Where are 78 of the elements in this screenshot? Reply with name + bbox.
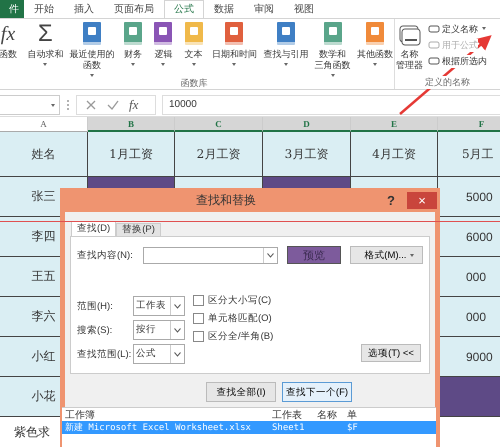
column-header[interactable]: 工作表 <box>269 408 314 422</box>
checkbox-label: 区分大小写(C) <box>208 294 272 307</box>
dropdown-button[interactable] <box>262 248 277 262</box>
column-header[interactable]: C <box>175 117 263 132</box>
column-header[interactable]: A <box>0 117 88 132</box>
search-field[interactable] <box>143 246 278 264</box>
column-header[interactable]: E <box>351 117 438 132</box>
dialog-tab[interactable]: 查找(D) <box>71 221 116 236</box>
ribbon-button[interactable]: 数学和 三角函数 <box>314 21 352 77</box>
ribbon-button[interactable]: 查找与引用 <box>262 21 310 66</box>
function-icon: Σ <box>32 21 58 47</box>
dialog-tab[interactable]: 替换(P) <box>116 223 161 236</box>
caret-icon <box>410 254 414 256</box>
chevron-icon <box>174 328 181 332</box>
tag-icon <box>428 56 440 66</box>
ribbon-tab[interactable]: 开始 <box>24 0 64 18</box>
insert-function-button[interactable]: fx <box>129 97 138 113</box>
table-cell: 1月工资 <box>88 132 175 177</box>
ribbon-button[interactable]: 日期和时间 <box>210 21 258 66</box>
ribbon-button[interactable]: 最近使用的 函数 <box>68 21 116 77</box>
close-button[interactable]: × <box>407 192 437 208</box>
ribbon-button[interactable]: 文本 <box>180 21 207 66</box>
table-cell: 000 <box>438 257 500 297</box>
table-cell: 3月工资 <box>263 132 351 177</box>
checkbox-label: 区分全/半角(B) <box>208 330 274 343</box>
tag-icon <box>428 24 440 34</box>
table-cell: 2月工资 <box>175 132 263 177</box>
dropdown-field[interactable]: 公式 <box>133 344 185 364</box>
checkbox-label: 单元格匹配(O) <box>208 312 272 325</box>
file-tab[interactable]: 件 <box>0 0 24 18</box>
chevron-icon <box>174 352 181 356</box>
function-icon: fx <box>0 21 21 47</box>
chevron-icon <box>266 252 274 258</box>
formula-field[interactable]: 10000 <box>162 95 500 115</box>
ribbon-tab[interactable]: 插入 <box>64 0 104 18</box>
group-label: 函数库 <box>180 77 208 89</box>
table-cell: 5000 <box>438 177 500 217</box>
ribbon-tab[interactable]: 数据 <box>204 0 244 18</box>
table-cell: 姓名 <box>0 132 88 177</box>
checkbox[interactable] <box>193 313 204 324</box>
table-cell: 5月工 <box>438 132 500 177</box>
table-cell-text: $F <box>346 422 359 432</box>
table-cell: 000 <box>438 297 500 337</box>
table-cell: 6000 <box>438 217 500 257</box>
ribbon-tab[interactable]: 视图 <box>284 0 324 18</box>
table-cell: 4月工资 <box>351 132 438 177</box>
column-header[interactable]: 名称 <box>314 408 344 422</box>
format-button[interactable]: 格式(M)... <box>350 246 423 264</box>
ribbon-button[interactable]: 财务 <box>120 21 146 66</box>
check-icon <box>107 99 119 111</box>
ribbon-tab[interactable]: 公式 <box>164 0 204 18</box>
column-header[interactable]: B <box>88 117 175 132</box>
dialog-button[interactable]: 查找下一个(F) <box>282 382 352 402</box>
group-label: 定义的名称 <box>423 76 472 89</box>
ribbon-button[interactable]: 名称 管理器 <box>395 21 424 71</box>
column-header[interactable]: D <box>263 117 351 132</box>
options-button[interactable]: 选项(T) << <box>361 344 421 362</box>
ribbon-tab[interactable]: 审阅 <box>244 0 284 18</box>
cancel-icon <box>85 99 97 111</box>
grip-icon <box>66 99 70 111</box>
table-cell: 9000 <box>438 337 500 377</box>
ribbon-button[interactable]: 逻辑 <box>150 21 176 66</box>
dropdown-field[interactable]: 按行 <box>133 320 185 340</box>
tag-icon <box>428 40 440 50</box>
column-header[interactable]: 单 <box>344 408 364 422</box>
dialog-title: 查找和替换 <box>195 192 258 208</box>
checkbox[interactable] <box>193 295 204 306</box>
column-header[interactable]: F <box>438 117 500 132</box>
dropdown-field[interactable]: 工作表 <box>133 296 185 316</box>
chevron-icon <box>174 304 181 308</box>
ribbon-button[interactable]: Σ 自动求和 <box>26 21 64 66</box>
table-cell-text: Sheet1 <box>271 422 306 432</box>
dialog-button[interactable]: 查找全部(I) <box>206 382 276 402</box>
help-button[interactable]: ? <box>387 192 395 208</box>
checkbox[interactable] <box>193 331 204 342</box>
ribbon-button[interactable]: 其他函数 <box>356 21 394 66</box>
ribbon-tab[interactable]: 页面布局 <box>104 0 164 18</box>
caret-icon <box>51 104 55 106</box>
